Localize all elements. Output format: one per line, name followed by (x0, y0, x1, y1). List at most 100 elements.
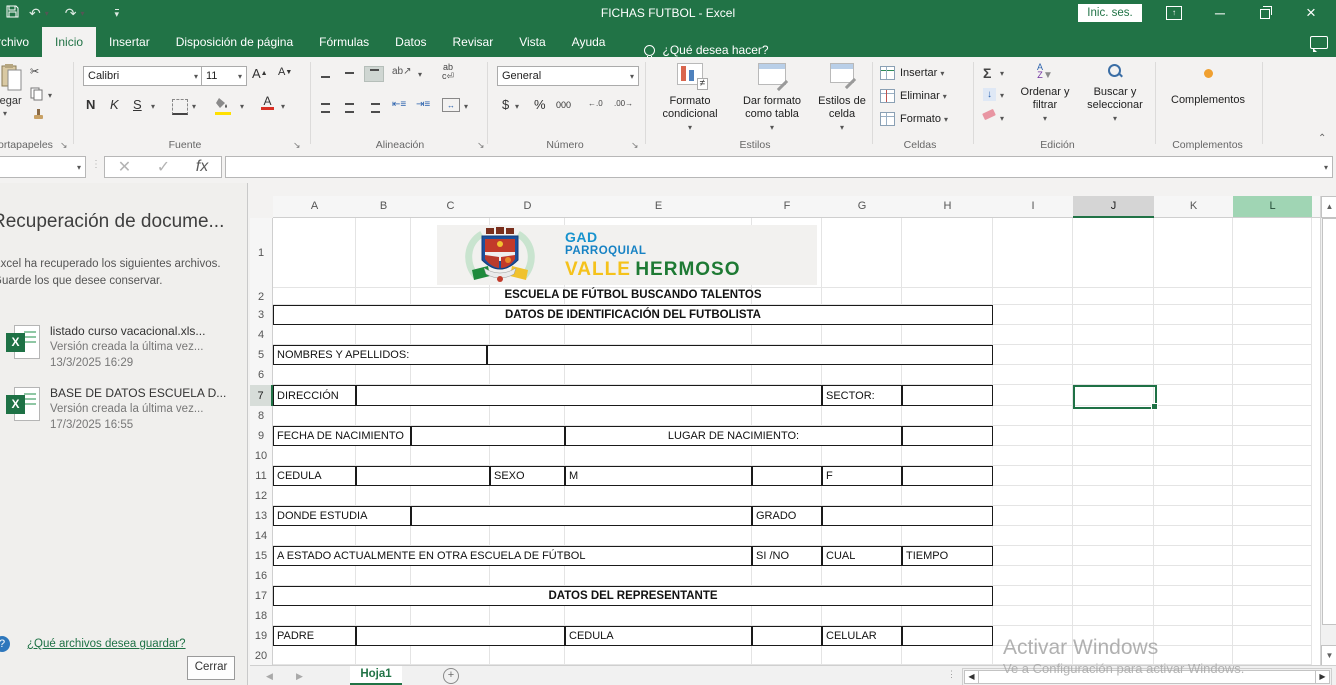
number-format-select[interactable]: General▾ (497, 66, 639, 86)
field-direccion-label[interactable]: DIRECCIÓN (273, 385, 356, 406)
align-top-icon[interactable] (318, 68, 332, 78)
column-header-G[interactable]: G (822, 196, 903, 218)
column-header-F[interactable]: F (752, 196, 823, 218)
horizontal-scrollbar[interactable]: ◀ ▶ (962, 668, 1332, 685)
field-padre-input[interactable] (356, 626, 565, 646)
row-header-12[interactable]: 12 (250, 486, 273, 507)
row-header-16[interactable]: 16 (250, 566, 273, 587)
tab-insertar[interactable]: Insertar (96, 27, 163, 57)
underline-caret-icon[interactable]: ▾ (151, 102, 155, 111)
borders-caret-icon[interactable]: ▾ (192, 102, 196, 111)
field-fecha-label[interactable]: FECHA DE NACIMIENTO (273, 426, 411, 446)
field-cedula-input[interactable] (356, 466, 490, 486)
field-sexo-f[interactable]: F (822, 466, 902, 486)
row-header-19[interactable]: 19 (250, 626, 273, 647)
scroll-up-icon[interactable]: ▲ (1321, 196, 1336, 218)
fill-down-icon[interactable]: ↓ (983, 88, 996, 101)
field-sexo-m[interactable]: M (565, 466, 752, 486)
tab-datos[interactable]: Datos (382, 27, 439, 57)
field-celular-label[interactable]: CELULAR (822, 626, 902, 646)
field-sector-label[interactable]: SECTOR: (822, 385, 902, 406)
column-header-H[interactable]: H (902, 196, 994, 218)
font-size-select[interactable]: 11▾ (201, 66, 247, 86)
merge-center-icon[interactable]: ↔ (442, 98, 460, 112)
autosum-caret-icon[interactable]: ▾ (1000, 69, 1004, 78)
field-grado-label[interactable]: GRADO (752, 506, 822, 526)
field-padre-label[interactable]: PADRE (273, 626, 356, 646)
currency-caret-icon[interactable]: ▾ (515, 102, 519, 111)
column-header-C[interactable]: C (411, 196, 491, 218)
thousands-icon[interactable]: 000 (556, 100, 571, 110)
field-nombres-input[interactable] (487, 345, 993, 365)
number-dialog-launcher-icon[interactable]: ↘ (631, 140, 639, 151)
active-cell-J7[interactable] (1073, 385, 1157, 409)
section-representative-header[interactable]: DATOS DEL REPRESENTANTE (273, 586, 993, 606)
field-fecha-input[interactable] (411, 426, 565, 446)
tab-ayuda[interactable]: Ayuda (559, 27, 619, 57)
close-button[interactable]: × (1296, 0, 1326, 27)
font-dialog-launcher-icon[interactable]: ↘ (293, 140, 301, 151)
tab-bar-splitter[interactable]: ⋮ (947, 669, 957, 680)
italic-button[interactable]: K (110, 97, 119, 112)
format-as-table-button[interactable]: Dar formato como tabla▾ (732, 63, 812, 134)
field-lugar-label[interactable]: LUGAR DE NACIMIENTO: (565, 426, 902, 446)
tab-archivo[interactable]: Archivo (0, 27, 42, 57)
column-header-D[interactable]: D (490, 196, 566, 218)
row-header-18[interactable]: 18 (250, 606, 273, 627)
sort-filter-button[interactable]: AZ ▼ Ordenar y filtrar▾ (1014, 63, 1076, 125)
borders-icon[interactable] (172, 99, 188, 115)
field-donde-label[interactable]: DONDE ESTUDIA (273, 506, 411, 526)
formula-expand-caret-icon[interactable]: ▾ (1324, 163, 1328, 172)
tab-inicio[interactable]: Inicio (42, 27, 96, 57)
field-cedula-rep-label[interactable]: CEDULA (565, 626, 752, 646)
row-header-1[interactable]: 1 (250, 218, 273, 289)
bold-button[interactable]: N (86, 97, 95, 112)
field-nombres-label[interactable]: NOMBRES Y APELLIDOS: (273, 345, 487, 365)
paste-caret-icon[interactable]: ▾ (3, 109, 7, 118)
find-select-button[interactable]: Buscar y seleccionar▾ (1080, 63, 1150, 125)
decrease-indent-icon[interactable]: ⇤≡ (392, 99, 406, 110)
row-header-7[interactable]: 7 (250, 385, 273, 407)
currency-icon[interactable]: $ (502, 97, 509, 112)
column-header-K[interactable]: K (1154, 196, 1234, 218)
row-header-9[interactable]: 9 (250, 426, 273, 447)
cut-icon[interactable]: ✂ (30, 65, 39, 78)
cancel-formula-icon[interactable]: ✕ (118, 157, 131, 177)
clipboard-dialog-launcher-icon[interactable]: ↘ (60, 140, 68, 151)
increase-decimal-icon[interactable]: ←.0 (588, 99, 603, 108)
restore-button[interactable] (1250, 0, 1280, 27)
decrease-decimal-icon[interactable]: .00→ (614, 99, 633, 108)
column-header-E[interactable]: E (565, 196, 753, 218)
sheet-nav-left-icon[interactable]: ◀ (266, 666, 273, 685)
field-otra-escuela-label[interactable]: A ESTADO ACTUALMENTE EN OTRA ESCUELA DE … (273, 546, 752, 566)
sheet-tab-hoja1[interactable]: Hoja1 (350, 666, 402, 685)
row-header-17[interactable]: 17 (250, 586, 273, 607)
which-files-save-link[interactable]: ¿Qué archivos desea guardar? (27, 638, 186, 650)
merge-caret-icon[interactable]: ▾ (464, 102, 468, 111)
recovery-close-button[interactable]: Cerrar (187, 656, 235, 680)
tell-me-search[interactable]: ¿Qué desea hacer? (644, 43, 768, 57)
row-header-2[interactable]: 2 (250, 288, 273, 306)
field-grado-input[interactable] (822, 506, 993, 526)
field-tiempo-label[interactable]: TIEMPO (902, 546, 993, 566)
sign-in-button[interactable]: Inic. ses. (1078, 4, 1142, 22)
row-header-4[interactable]: 4 (250, 325, 273, 346)
row-header-11[interactable]: 11 (250, 466, 273, 487)
field-sexo-m-input[interactable] (752, 466, 822, 486)
row-header-10[interactable]: 10 (250, 446, 273, 467)
row-header-15[interactable]: 15 (250, 546, 273, 567)
formula-input[interactable]: ▾ (225, 156, 1333, 178)
font-color-caret-icon[interactable]: ▾ (281, 102, 285, 111)
tab-disposicion[interactable]: Disposición de página (163, 27, 306, 57)
orientation-caret-icon[interactable]: ▾ (418, 70, 422, 79)
fill-caret-icon[interactable]: ▾ (1000, 91, 1004, 100)
vertical-scroll-thumb[interactable] (1322, 218, 1336, 625)
field-donde-input[interactable] (411, 506, 752, 526)
font-name-select[interactable]: Calibri▾ (83, 66, 203, 86)
column-header-B[interactable]: B (356, 196, 412, 218)
copy-caret-icon[interactable]: ▾ (48, 91, 52, 100)
insert-function-icon[interactable]: fx (196, 158, 208, 176)
row-header-13[interactable]: 13 (250, 506, 273, 527)
fill-color-caret-icon[interactable]: ▾ (240, 102, 244, 111)
horizontal-scroll-thumb[interactable] (978, 670, 1316, 684)
